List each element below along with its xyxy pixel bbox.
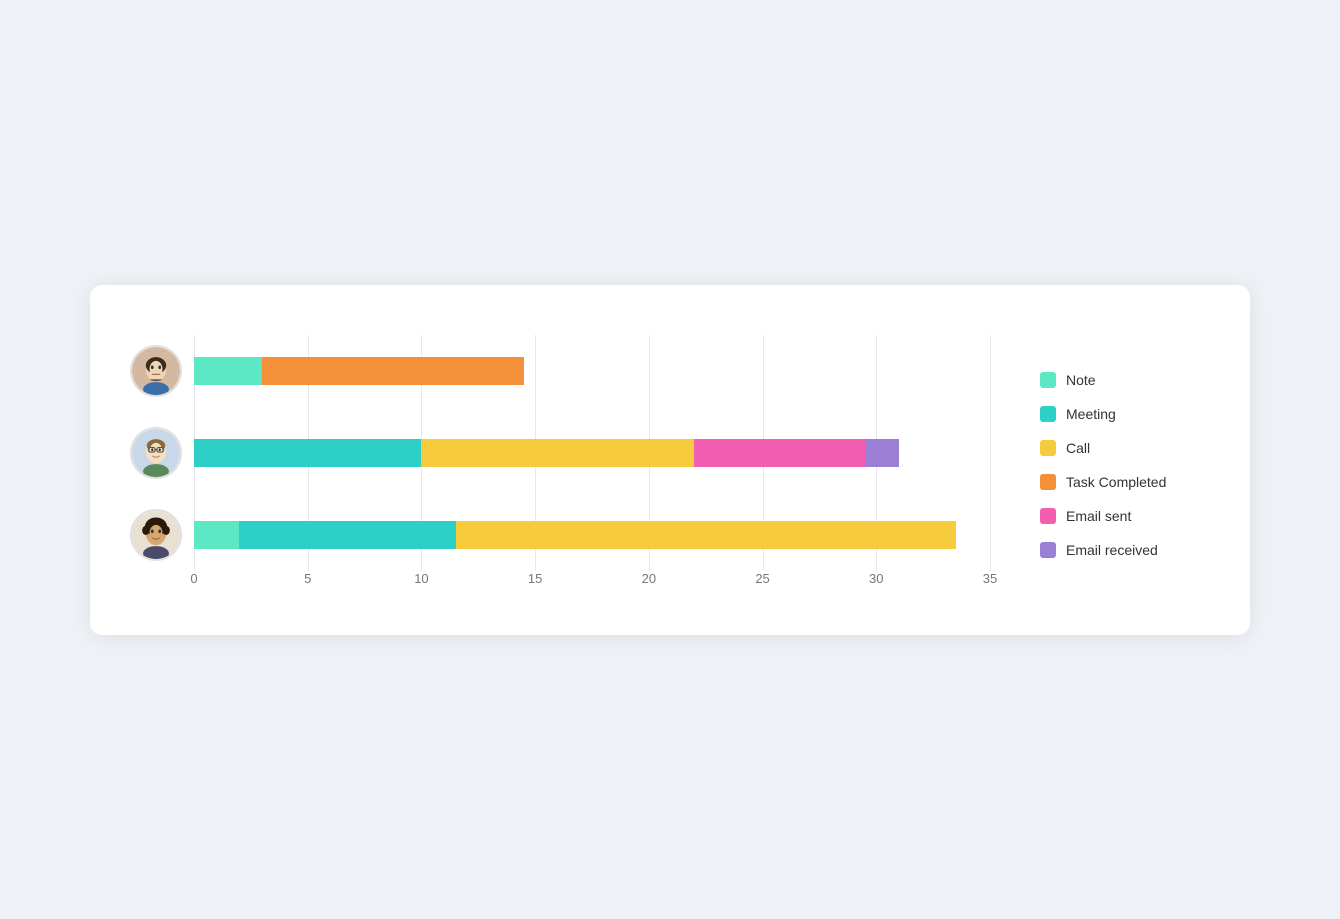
legend-label-note: Note [1066,372,1096,388]
x-tick-5: 5 [304,571,311,586]
legend-swatch-meeting [1040,406,1056,422]
x-tick-35: 35 [983,571,997,586]
legend-item-meeting: Meeting [1040,406,1210,422]
bar-row [130,345,990,397]
x-tick-10: 10 [414,571,428,586]
bar-track [194,357,990,385]
bar-row [130,509,990,561]
legend-item-email_received: Email received [1040,542,1210,558]
bar-segment-meeting [239,521,455,549]
bar-segment-email_sent [694,439,865,467]
bar-segment-note [194,357,262,385]
legend-swatch-email_sent [1040,508,1056,524]
bar-row [130,427,990,479]
legend-label-email_received: Email received [1066,542,1158,558]
avatar [130,509,182,561]
legend-swatch-call [1040,440,1056,456]
bar-track [194,439,990,467]
legend-label-task_completed: Task Completed [1066,474,1166,490]
legend-item-call: Call [1040,440,1210,456]
bar-track [194,521,990,549]
chart-area: 05101520253035 [130,335,990,595]
legend-label-meeting: Meeting [1066,406,1116,422]
legend-label-call: Call [1066,440,1090,456]
x-tick-20: 20 [642,571,656,586]
legend-area: Note Meeting Call Task Completed Email sent E… [1030,335,1210,595]
bar-segment-task_completed [262,357,524,385]
bar-segment-meeting [194,439,421,467]
legend-item-email_sent: Email sent [1040,508,1210,524]
bar-segment-call [456,521,956,549]
x-axis: 05101520253035 [194,571,990,595]
bar-segment-call [421,439,694,467]
chart-body [130,335,990,571]
legend-label-email_sent: Email sent [1066,508,1131,524]
avatar [130,345,182,397]
legend-swatch-email_received [1040,542,1056,558]
x-tick-25: 25 [755,571,769,586]
legend-swatch-task_completed [1040,474,1056,490]
x-tick-30: 30 [869,571,883,586]
bar-segment-email_received [865,439,899,467]
avatar [130,427,182,479]
legend-item-note: Note [1040,372,1210,388]
grid-line [990,335,991,571]
legend-swatch-note [1040,372,1056,388]
chart-card: 0 5 10 15 20 25 30 35 Note Meeting Call Task Compl… [90,285,1250,635]
x-tick-15: 15 [528,571,542,586]
bar-segment-note [194,521,239,549]
legend-item-task_completed: Task Completed [1040,474,1210,490]
x-tick-0: 0 [190,571,197,586]
